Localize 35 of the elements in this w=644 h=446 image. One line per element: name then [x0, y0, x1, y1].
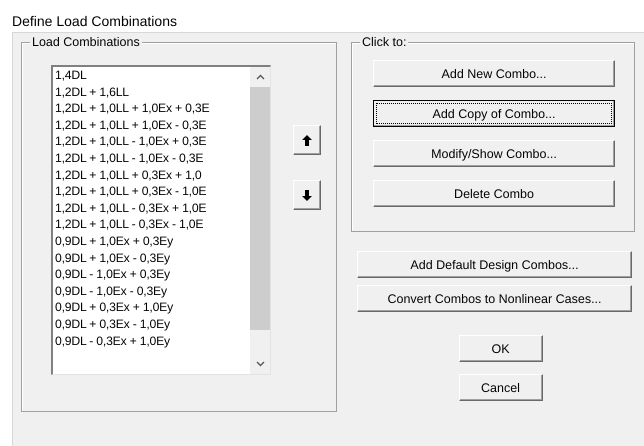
scroll-down-icon[interactable]: [256, 361, 264, 367]
list-item[interactable]: 1,2DL + 1,0LL + 1,0Ex - 0,3E: [55, 116, 250, 134]
list-item[interactable]: 1,2DL + 1,0LL + 0,3Ex - 1,0E: [55, 183, 250, 200]
combinations-list[interactable]: [51, 65, 271, 375]
list-item[interactable]: 1,2DL + 1,0LL + 1,0Ex + 0,3E: [55, 100, 250, 117]
scrollbar-thumb[interactable]: [250, 87, 270, 330]
list-item[interactable]: 1,2DL + 1,0LL - 0,3Ex - 1,0E: [55, 216, 250, 233]
action-button[interactable]: Add New Combo...: [373, 60, 615, 87]
dialog-button[interactable]: Cancel: [458, 374, 542, 401]
scrollbar[interactable]: [250, 67, 270, 374]
down-arrow-icon: [302, 190, 312, 200]
list-item[interactable]: 0,9DL - 0,3Ex + 1,0Ey: [55, 332, 250, 350]
list-item[interactable]: 0,9DL + 1,0Ex - 0,3Ey: [55, 250, 250, 266]
list-item[interactable]: 1,2DL + 1,0LL - 0,3Ex + 1,0E: [55, 200, 250, 216]
action-button[interactable]: Add Default Design Combos...: [357, 251, 632, 278]
action-button[interactable]: Delete Combo: [373, 180, 615, 207]
action-button[interactable]: Modify/Show Combo...: [373, 140, 615, 167]
list-item[interactable]: 0,9DL - 1,0Ex + 0,3Ey: [55, 266, 250, 283]
list-item[interactable]: 1,2DL + 1,0LL - 1,0Ex - 0,3E: [55, 150, 250, 167]
list-item[interactable]: 1,2DL + 1,0LL - 1,0Ex + 0,3E: [55, 133, 250, 150]
action-button[interactable]: Add Copy of Combo...: [373, 100, 615, 127]
list-item[interactable]: 1,4DL: [55, 67, 250, 84]
move-down-button[interactable]: [293, 180, 321, 210]
list-item[interactable]: 0,9DL - 1,0Ex - 0,3Ey: [55, 282, 250, 300]
dialog-button[interactable]: OK: [458, 335, 542, 362]
list-item[interactable]: 0,9DL + 1,0Ex + 0,3Ey: [55, 232, 250, 250]
window-title: Define Load Combinations: [11, 12, 178, 31]
list-item[interactable]: 0,9DL + 0,3Ex + 1,0Ey: [55, 299, 250, 316]
list-item[interactable]: 1,2DL + 1,0LL + 0,3Ex + 1,0: [55, 166, 250, 184]
up-arrow-icon: [302, 134, 312, 146]
scroll-up-icon[interactable]: [256, 74, 264, 80]
list-item[interactable]: 0,9DL + 0,3Ex - 1,0Ey: [55, 316, 250, 332]
action-button[interactable]: Convert Combos to Nonlinear Cases...: [357, 285, 632, 312]
list-item[interactable]: 1,2DL + 1,6LL: [55, 84, 250, 100]
move-up-button[interactable]: [293, 125, 321, 155]
